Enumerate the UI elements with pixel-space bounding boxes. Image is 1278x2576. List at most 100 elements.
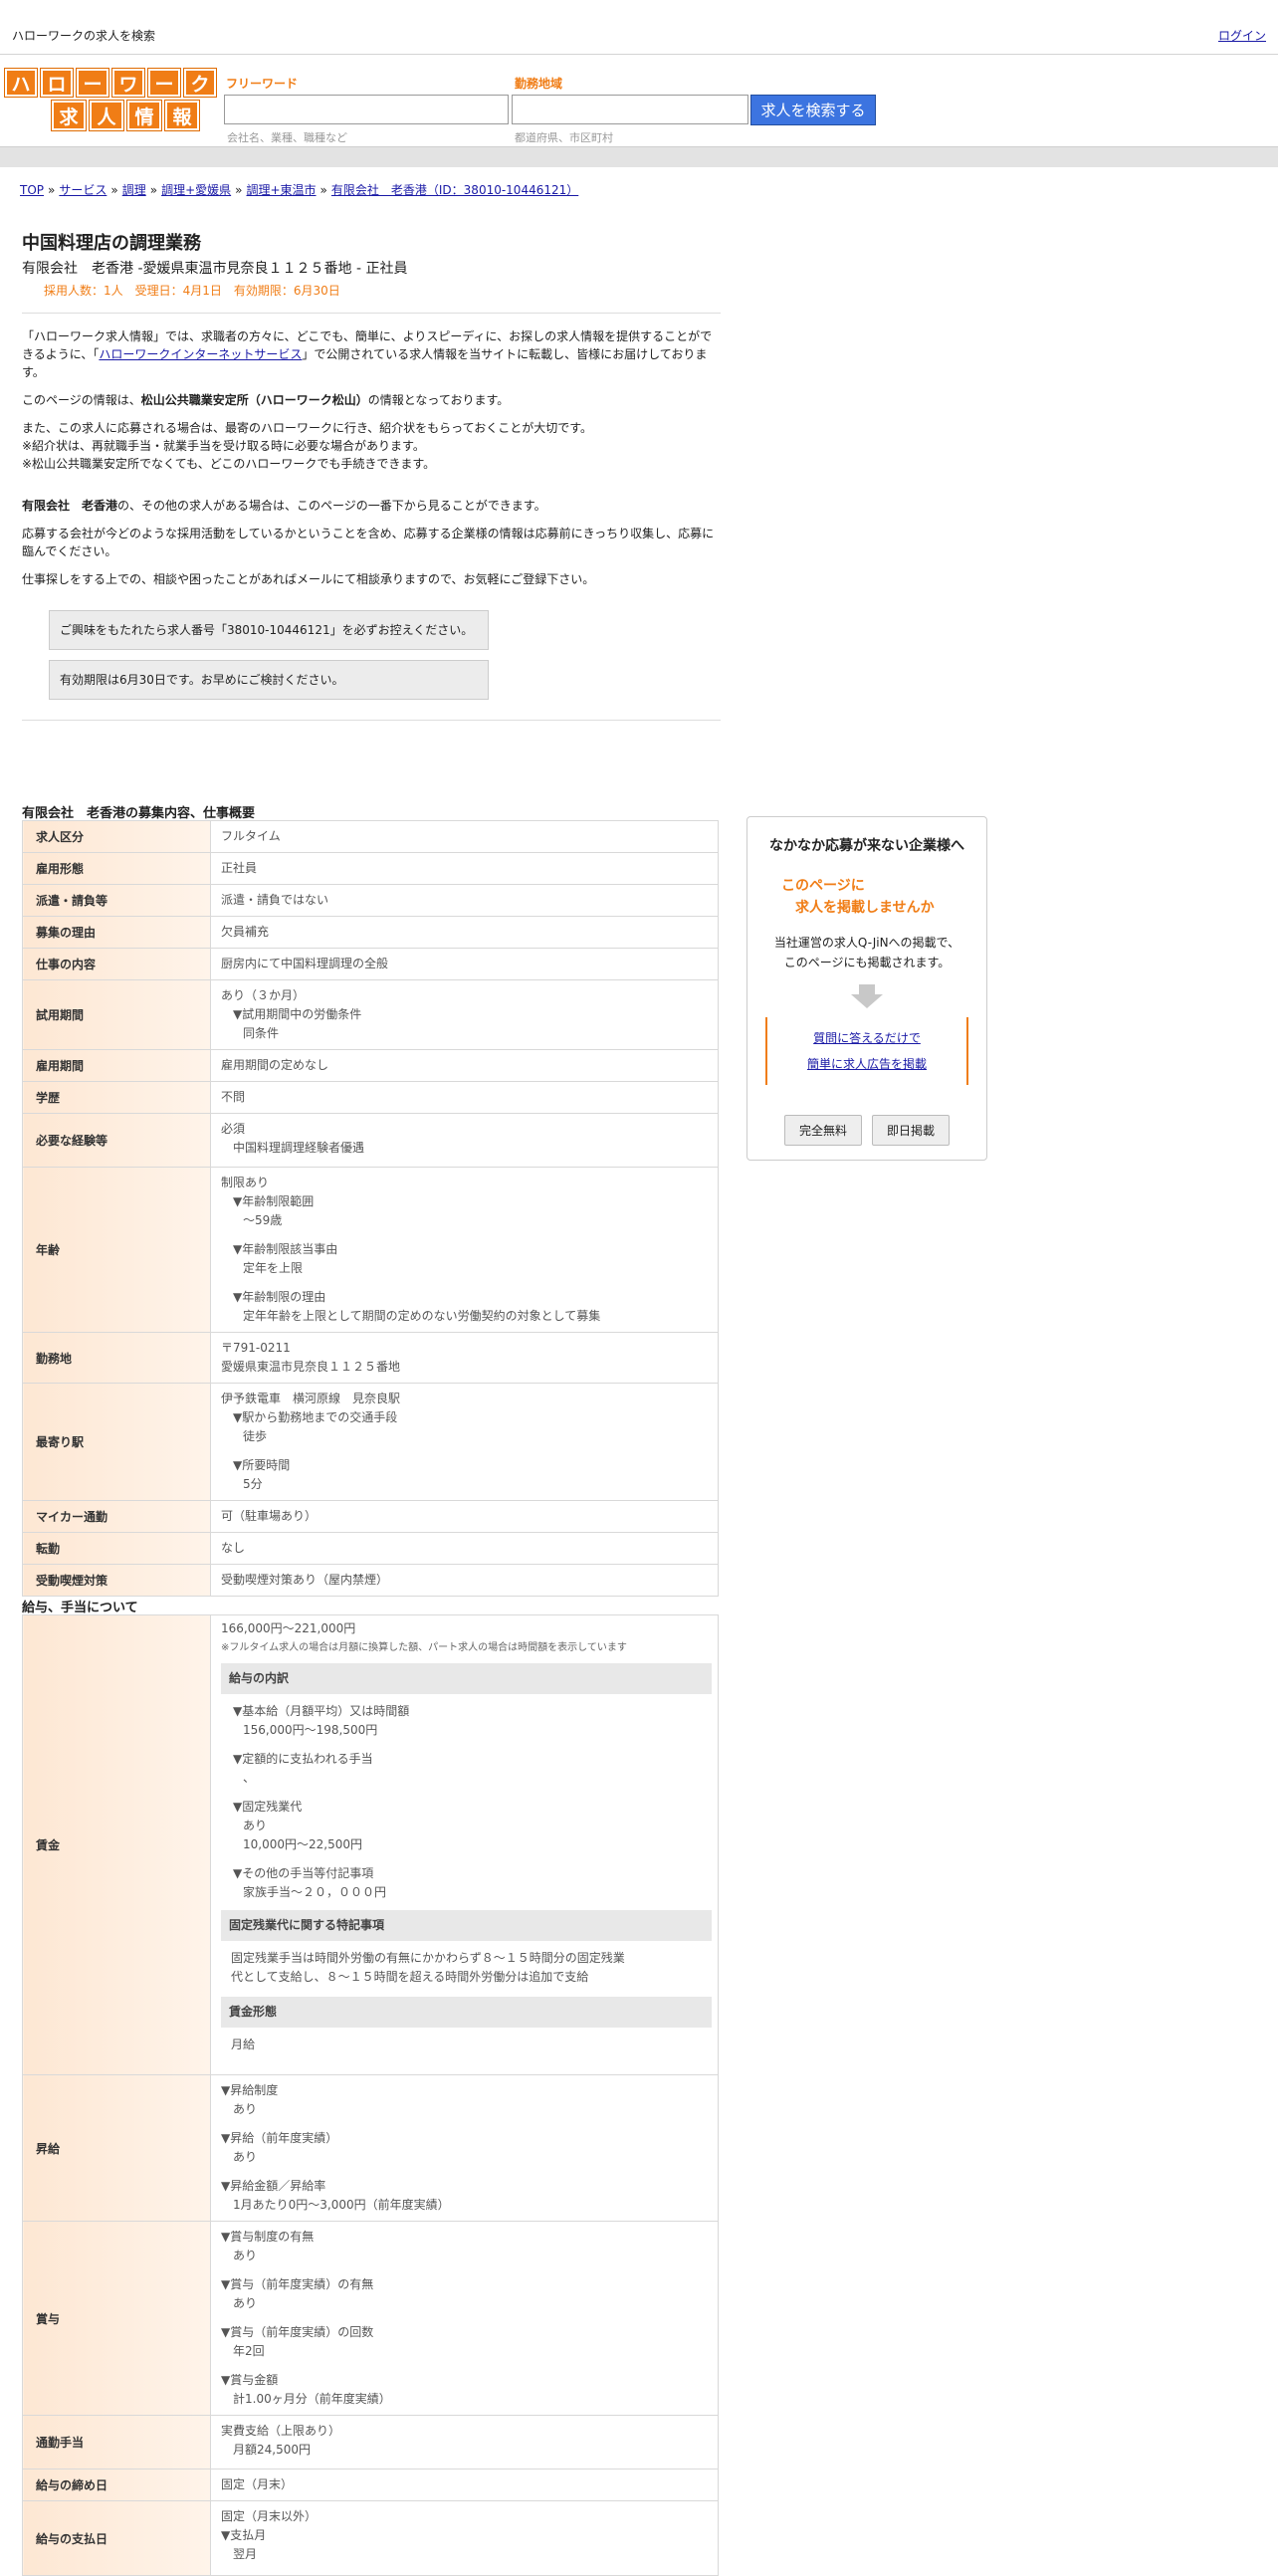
row-label: マイカー通勤 [22, 1500, 211, 1533]
search-button[interactable]: 求人を検索する [750, 95, 876, 125]
row-label: 仕事の内容 [22, 948, 211, 980]
breadcrumb-cooking-toon[interactable]: 調理+東温市 [246, 183, 316, 197]
area-label: 勤務地域 [515, 77, 563, 91]
row-label: 受動喫煙対策 [22, 1564, 211, 1597]
row-label: 賃金 [22, 1614, 211, 2075]
hellowork-link[interactable]: ハローワークインターネットサービス [99, 347, 302, 361]
value-line: 156,000円〜198,500円 [243, 1723, 378, 1737]
value-line: 年2回 [233, 2344, 265, 2358]
row-value: 受動喫煙対策あり（屋内禁煙） [210, 1564, 719, 1597]
value-line: 定年年齢を上限として期間の定めのない労働契約の対象として募集 [243, 1309, 601, 1323]
intro-p5: 応募する会社が今どのような採用活動をしているかということを含め、応募する企業様の… [22, 527, 715, 558]
value-line: ▼昇給（前年度実績） [221, 2131, 338, 2145]
row-value: 可（駐車場あり） [210, 1500, 719, 1533]
value-line: 愛媛県東温市見奈良１１２５番地 [221, 1360, 401, 1374]
salary-note: ※フルタイム求人の場合は月額に換算した額、パート求人の場合は時間額を表示していま… [221, 1642, 627, 1653]
value-line: あり [233, 2296, 258, 2310]
keyword-input[interactable] [224, 95, 509, 124]
breadcrumb-top[interactable]: TOP [20, 183, 44, 197]
table-row: 学歴 不問 [22, 1081, 719, 1114]
value-line: ▼賞与（前年度実績）の有無 [221, 2277, 374, 2291]
salary-range: 166,000円〜221,000円 [221, 1621, 356, 1635]
value-line: 制限あり [221, 1176, 270, 1189]
value-line: 1月あたり0円〜3,000円（前年度実績） [233, 2198, 450, 2212]
row-value: 必須 中国料理調理経験者優遇 [210, 1113, 719, 1168]
desc-line: 当社運営の求人Q-JiNへの掲載で、 [773, 936, 960, 950]
divider [22, 720, 721, 721]
table-row: 通勤手当 実費支給（上限あり） 月額24,500円 [22, 2415, 719, 2469]
row-value: 伊予鉄電車 横河原線 見奈良駅 ▼駅から勤務地までの交通手段 徒歩 ▼所要時間 … [210, 1383, 719, 1501]
table-row: 派遣・請負等 派遣・請負ではない [22, 884, 719, 917]
area-input[interactable] [512, 95, 748, 124]
row-value: なし [210, 1532, 719, 1565]
value-line: ▼年齢制限範囲 [233, 1194, 315, 1208]
logo-char: ハ [5, 69, 37, 97]
keyword-hint: 会社名、業種、職種など [227, 131, 347, 144]
intro-p6: 仕事探しをする上での、相談や困ったことがあればメールにて相談承りますので、お気軽… [22, 572, 595, 586]
advertise-links: 質問に答えるだけで 簡単に求人広告を掲載 [765, 1017, 968, 1085]
section-salary-heading: 給与、手当について [22, 1601, 138, 1615]
row-label: 勤務地 [22, 1332, 211, 1384]
logo-char: ロ [41, 69, 73, 97]
value-line: ▼固定残業代 [233, 1800, 303, 1814]
row-label: 転勤 [22, 1532, 211, 1565]
post-ad-link[interactable]: 簡単に求人広告を掲載 [807, 1057, 927, 1071]
value-line: あり [233, 2150, 258, 2164]
breadcrumb: TOP» サービス» 調理» 調理+愛媛県» 調理+東温市» 有限会社 老香港（ID：38… [20, 183, 579, 197]
advertise-heading: なかなか応募が来ない企業様へ [769, 838, 964, 854]
catch-line: このページに [781, 878, 865, 894]
table-row: 試用期間 あり（３か月） ▼試用期間中の労働条件 同条件 [22, 979, 719, 1050]
value-line: 10,000円〜22,500円 [243, 1837, 362, 1851]
row-label: 求人区分 [22, 820, 211, 853]
company-name: 有限会社 老香港 [22, 499, 118, 513]
breadcrumb-company[interactable]: 有限会社 老香港（ID：38010-10446121） [331, 183, 578, 197]
job-meta: 採用人数：1人 受理日：4月1日 有効期限：6月30日 [44, 284, 340, 298]
logo-char: 情 [127, 101, 161, 130]
table-row: 転勤 なし [22, 1532, 719, 1565]
row-value: ▼賞与制度の有無 あり ▼賞与（前年度実績）の有無 あり ▼賞与（前年度実績）の回数… [210, 2221, 719, 2416]
value-line: ▼その他の手当等付記事項 [233, 1866, 374, 1880]
table-row: 必要な経験等 必須 中国料理調理経験者優遇 [22, 1113, 719, 1168]
table-row: 勤務地 〒791-0211 愛媛県東温市見奈良１１２５番地 [22, 1332, 719, 1384]
same-day-button[interactable]: 即日掲載 [872, 1115, 951, 1146]
table-row: 賞与 ▼賞与制度の有無 あり ▼賞与（前年度実績）の有無 あり ▼賞与（前年度実績）… [22, 2221, 719, 2416]
job-header: 中国料理店の調理業務 有限会社 老香港 -愛媛県東温市見奈良１１２５番地 - 正… [22, 229, 721, 721]
header: ハローワーク 求人情報 フリーワード 会社名、業種、職種など 勤務地域 都道府県… [0, 55, 1278, 146]
fixed-overtime-heading: 固定残業代に関する特記事項 [221, 1910, 712, 1941]
row-value: 厨房内にて中国料理調理の全般 [210, 948, 719, 980]
value-line: 、 [243, 1771, 256, 1785]
intro-p2-end: の情報となっております。 [367, 393, 510, 407]
value-line: 固定（月末以外） [221, 2509, 318, 2523]
value-line: 定年を上限 [243, 1261, 304, 1275]
logo-char: ー [77, 69, 108, 97]
table-row: 求人区分 フルタイム [22, 820, 719, 853]
value-line: 同条件 [243, 1026, 280, 1040]
row-value: 固定（月末） [210, 2469, 719, 2501]
breadcrumb-cooking[interactable]: 調理 [122, 183, 146, 197]
row-value: あり（３か月） ▼試用期間中の労働条件 同条件 [210, 979, 719, 1050]
deadline-note: 有効期限は6月30日です。お早めにご検討ください。 [49, 660, 489, 700]
row-value: 固定（月末以外） ▼支払月 翌月 [210, 2500, 719, 2576]
row-value: 〒791-0211 愛媛県東温市見奈良１１２５番地 [210, 1332, 719, 1384]
login-link[interactable]: ログイン [1218, 27, 1266, 44]
row-label: 給与の支払日 [22, 2500, 211, 2576]
breadcrumb-service[interactable]: サービス [59, 183, 106, 197]
logo[interactable]: ハローワーク 求人情報 [5, 69, 216, 134]
value-line: あり [243, 1819, 268, 1832]
value-line: 実費支給（上限あり） [221, 2424, 341, 2438]
value-line: 徒歩 [243, 1429, 268, 1443]
breadcrumb-cooking-ehime[interactable]: 調理+愛媛県 [161, 183, 231, 197]
logo-char: 求 [52, 101, 86, 130]
row-value: 実費支給（上限あり） 月額24,500円 [210, 2415, 719, 2469]
row-label: 派遣・請負等 [22, 884, 211, 917]
job-title: 中国料理店の調理業務 [22, 233, 201, 254]
answer-questions-link[interactable]: 質問に答えるだけで [813, 1031, 921, 1045]
area-hint: 都道府県、市区町村 [515, 131, 613, 144]
value-line: 月額24,500円 [233, 2443, 311, 2457]
table-row: 年齢 制限あり ▼年齢制限範囲 〜59歳 ▼年齢制限該当事由 定年を上限 ▼年齢… [22, 1167, 719, 1333]
free-button[interactable]: 完全無料 [783, 1115, 862, 1146]
table-row: 雇用期間 雇用期間の定めなし [22, 1049, 719, 1082]
row-label: 学歴 [22, 1081, 211, 1114]
value-line: ▼支払月 [221, 2528, 267, 2542]
overview-table: 求人区分 フルタイム 雇用形態 正社員 派遣・請負等 派遣・請負ではない 募集の理由欠… [22, 820, 719, 1597]
